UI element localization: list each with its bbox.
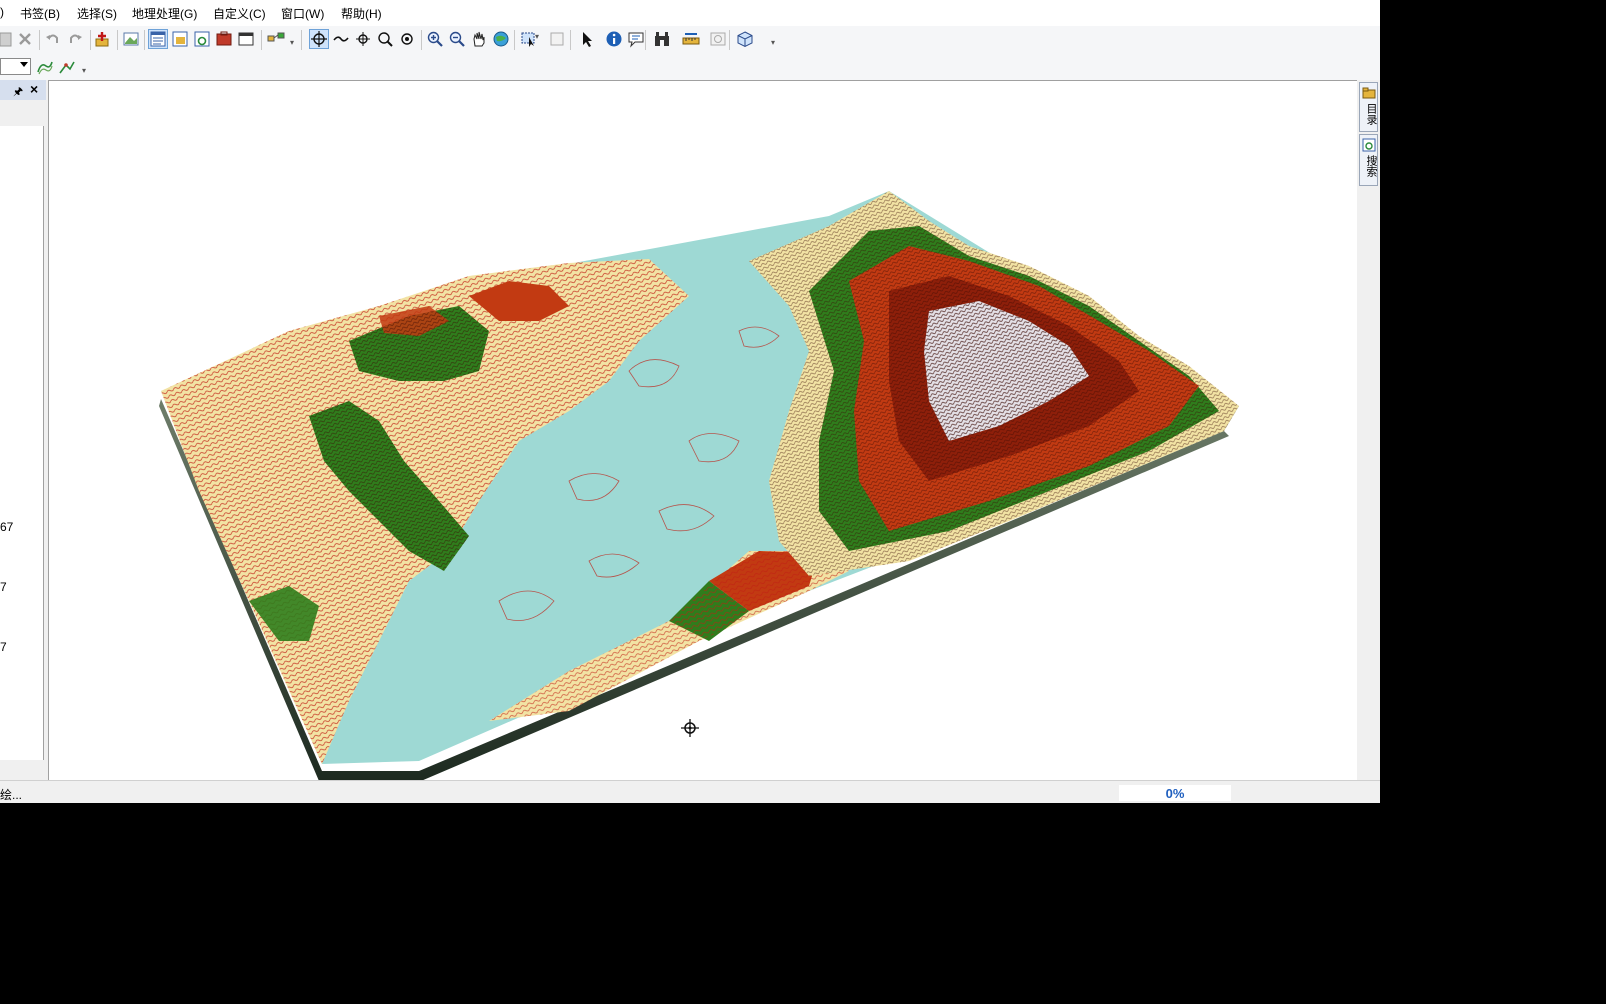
layer-dropdown[interactable] — [0, 58, 31, 75]
menu-item-partial[interactable]: ) — [0, 5, 4, 19]
menu-item-customize[interactable]: 自定义(C) — [213, 5, 266, 22]
undo-icon[interactable] — [43, 29, 63, 49]
full-extent-icon[interactable] — [491, 29, 511, 49]
menu-item-help[interactable]: 帮助(H) — [341, 5, 382, 22]
model-builder-icon[interactable] — [266, 29, 286, 49]
legend-label: 67 — [0, 520, 14, 534]
separator — [117, 30, 118, 50]
arctoolbox-icon[interactable] — [214, 29, 234, 49]
contour-tool-icon[interactable] — [35, 57, 55, 77]
zoom-in-icon[interactable] — [425, 29, 445, 49]
python-window-icon[interactable] — [236, 29, 256, 49]
add-data-icon[interactable] — [92, 29, 112, 49]
close-icon[interactable]: × — [30, 81, 44, 97]
center-target-icon[interactable] — [353, 29, 373, 49]
search-icon — [1362, 138, 1376, 152]
search-window-icon[interactable] — [192, 29, 212, 49]
zoom-to-target-icon[interactable] — [375, 29, 395, 49]
separator — [261, 30, 262, 50]
redo-icon[interactable] — [65, 29, 85, 49]
dropdown-arrow-icon — [20, 62, 28, 67]
separator — [39, 30, 40, 50]
separator — [301, 30, 302, 50]
dock-tab-catalog[interactable]: 目录 — [1359, 82, 1378, 132]
separator — [729, 30, 730, 50]
dock-tab-label: 目录 — [1365, 103, 1377, 125]
navigate-cursor-icon — [681, 719, 699, 737]
toolbar-overflow-icon[interactable]: ▾ — [80, 67, 88, 81]
table-of-contents-icon[interactable] — [148, 29, 168, 49]
catalog-window-icon[interactable] — [170, 29, 190, 49]
measure-icon[interactable] — [681, 29, 701, 49]
find-icon[interactable] — [652, 29, 672, 49]
panel-title-bar: 🖈 × — [0, 80, 46, 100]
separator — [144, 30, 145, 50]
status-bar: 绘... 0% — [0, 780, 1380, 803]
delete-icon[interactable] — [15, 29, 35, 49]
menu-item-geoprocessing[interactable]: 地理处理(G) — [132, 5, 197, 22]
standard-toolbar: ▾ ▾ ▾ — [0, 26, 1380, 54]
scene-view[interactable] — [48, 80, 1357, 781]
dock-tab-search[interactable]: 搜索 — [1359, 134, 1378, 186]
pan-icon[interactable] — [469, 29, 489, 49]
menu-bar: ) 书签(B) 选择(S) 地理处理(G) 自定义(C) 窗口(W) 帮助(H) — [0, 0, 1380, 26]
steepest-path-icon[interactable] — [57, 57, 77, 77]
secondary-toolbar: ▾ — [0, 54, 1380, 80]
zoom-out-icon[interactable] — [447, 29, 467, 49]
time-slider-icon[interactable] — [708, 29, 728, 49]
menu-item-selection[interactable]: 选择(S) — [77, 5, 117, 22]
separator — [90, 30, 91, 50]
layer-list: 67 7 7 — [0, 126, 44, 760]
pin-icon[interactable]: 🖈 — [13, 83, 25, 98]
catalog-icon — [1362, 87, 1376, 99]
paste-icon[interactable] — [0, 29, 16, 49]
add-basemap-icon[interactable] — [121, 29, 141, 49]
html-popup-icon[interactable] — [626, 29, 646, 49]
fly-icon[interactable] — [331, 29, 351, 49]
right-dock: 目录 搜索 — [1357, 80, 1380, 780]
separator — [570, 30, 571, 50]
legend-label: 7 — [0, 640, 7, 654]
dropdown-arrow-icon[interactable]: ▾ — [533, 33, 541, 47]
arcscene-window: ) 书签(B) 选择(S) 地理处理(G) 自定义(C) 窗口(W) 帮助(H)… — [0, 0, 1380, 803]
legend-label: 7 — [0, 580, 7, 594]
progress-percent: 0% — [1165, 786, 1185, 801]
separator — [514, 30, 515, 50]
menu-item-windows[interactable]: 窗口(W) — [281, 5, 324, 22]
terrain-surface — [159, 191, 1239, 781]
toolbar-overflow-icon[interactable]: ▾ — [288, 39, 296, 53]
identify-icon[interactable] — [604, 29, 624, 49]
separator — [421, 30, 422, 50]
menu-item-bookmarks[interactable]: 书签(B) — [20, 5, 60, 22]
separator — [645, 30, 646, 50]
toolbar-overflow-icon[interactable]: ▾ — [769, 39, 777, 53]
table-of-contents-panel: 🖈 × 67 7 7 — [0, 80, 46, 780]
dock-tab-label: 搜索 — [1365, 155, 1377, 177]
set-observer-icon[interactable] — [397, 29, 417, 49]
navigate-icon[interactable] — [309, 29, 329, 49]
select-elements-icon[interactable] — [577, 29, 597, 49]
clear-selection-icon[interactable] — [547, 29, 567, 49]
3d-effects-icon[interactable] — [735, 29, 755, 49]
status-message: 绘... — [0, 788, 23, 802]
progress-indicator: 0% — [1119, 785, 1231, 801]
